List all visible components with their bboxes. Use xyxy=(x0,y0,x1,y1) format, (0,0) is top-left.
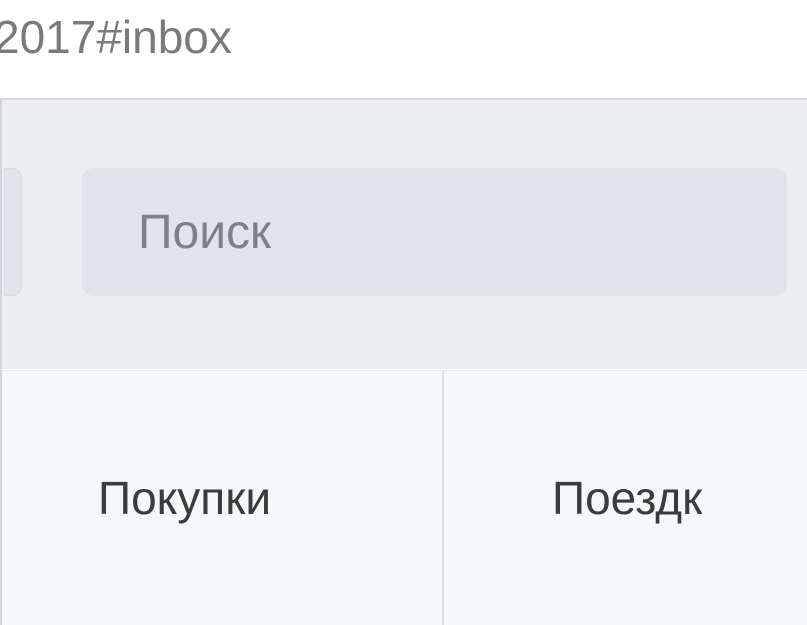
search-input[interactable]: Поиск xyxy=(82,168,787,296)
category-tabs: Покупки Поездк xyxy=(0,370,807,625)
tab-trips[interactable]: Поездк xyxy=(444,370,807,625)
toolbar: Поиск xyxy=(0,100,807,370)
tab-label: Поездк xyxy=(552,471,702,525)
url-text: 2017#inbox xyxy=(0,11,232,63)
search-placeholder: Поиск xyxy=(138,205,271,260)
tab-label: Покупки xyxy=(98,471,271,525)
toolbar-button-partial[interactable] xyxy=(4,168,22,296)
tab-purchases[interactable]: Покупки xyxy=(2,370,444,625)
address-bar[interactable]: 2017#inbox xyxy=(0,0,807,100)
